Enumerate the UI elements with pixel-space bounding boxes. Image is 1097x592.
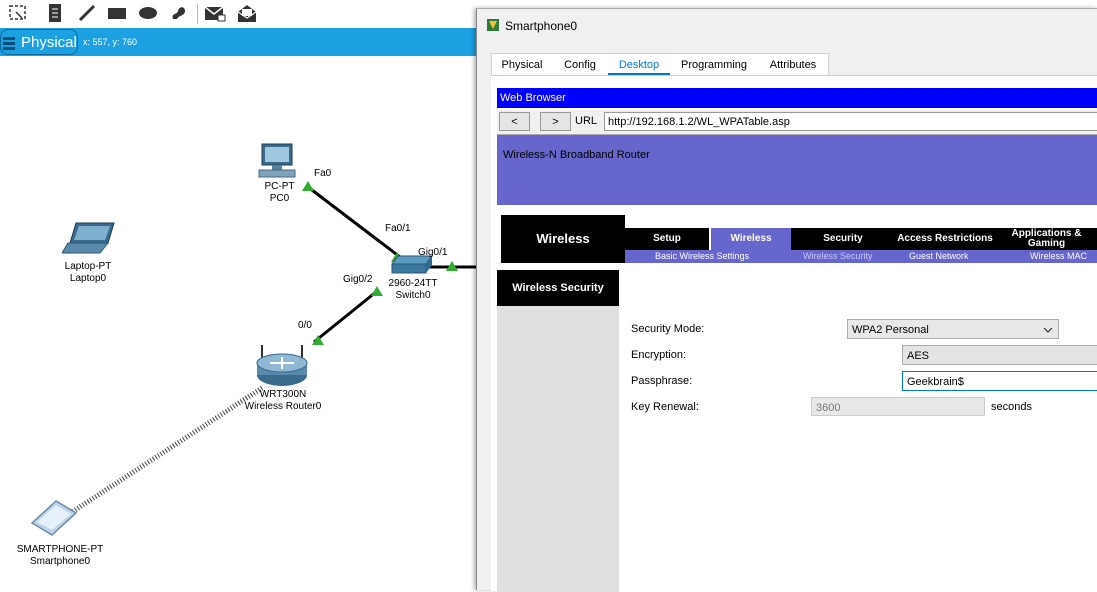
link-light-sw-gig02 xyxy=(371,286,383,296)
pc-label: PC-PT PC0 xyxy=(264,181,295,204)
port-label-sw-gig02: Gig0/2 xyxy=(343,274,373,285)
tab-programming[interactable]: Programming xyxy=(670,54,758,76)
device-dialog: Smartphone0 Physical Config Desktop Prog… xyxy=(476,8,1097,592)
security-mode-select[interactable]: WPA2 Personal xyxy=(847,319,1059,339)
router-model-name: Wireless-N Broadband Router xyxy=(503,149,650,161)
router-web-page: Wireless-N Broadband Router Wireless Set… xyxy=(497,134,1097,592)
nav-tab-setup[interactable]: Setup xyxy=(625,228,711,250)
key-renewal-label: Key Renewal: xyxy=(631,401,699,413)
chevron-down-icon xyxy=(1043,320,1053,345)
tab-desktop[interactable]: Desktop xyxy=(608,54,670,76)
dialog-tabs: Physical Config Desktop Programming Attr… xyxy=(491,53,829,77)
ellipse-icon[interactable] xyxy=(137,3,159,23)
packet-tracer-icon xyxy=(486,18,500,35)
freeform-icon[interactable] xyxy=(168,3,190,23)
subnav-wireless-security[interactable]: Wireless Security xyxy=(803,250,873,263)
desktop-content: Web Browser < > URL Wireless-N Broadband… xyxy=(491,75,1097,592)
physical-mode-tab[interactable]: Physical xyxy=(0,29,78,55)
toolbar-divider xyxy=(197,4,198,24)
port-label-sw-fa01: Fa0/1 xyxy=(385,223,411,234)
browser-url-bar: < > URL xyxy=(497,110,1097,134)
laptop-label: Laptop-PT Laptop0 xyxy=(64,261,112,284)
url-label: URL xyxy=(575,115,598,127)
smartphone-icon[interactable] xyxy=(30,499,78,540)
seconds-label: seconds xyxy=(991,401,1032,413)
subnav-guest-network[interactable]: Guest Network xyxy=(909,250,969,263)
select-area-icon[interactable] xyxy=(7,3,29,23)
subnav-wireless-mac[interactable]: Wireless MAC xyxy=(1030,250,1087,263)
switch-label: 2960-24TT Switch0 xyxy=(388,278,438,301)
router-banner: Wireless-N Broadband Router xyxy=(497,135,1097,205)
encryption-label: Encryption: xyxy=(631,349,687,361)
router-sub-nav: Basic Wireless Settings Wireless Securit… xyxy=(625,250,1097,263)
back-button[interactable]: < xyxy=(499,112,530,131)
tab-config[interactable]: Config xyxy=(552,54,608,76)
key-renewal-input[interactable]: 3600 xyxy=(811,397,985,416)
physical-bar: Physical x: 557, y: 760 xyxy=(0,28,478,56)
security-mode-label: Security Mode: xyxy=(631,323,705,335)
left-column: Wireless Security xyxy=(497,270,619,592)
wireless-link xyxy=(70,385,264,515)
physical-mode-label: Physical xyxy=(21,34,77,51)
router-nav-area: Wireless Setup Wireless Security Access … xyxy=(497,215,1097,265)
passphrase-label: Passphrase: xyxy=(631,375,693,387)
port-label-sw-gig01: Gig0/1 xyxy=(418,247,448,258)
open-envelope-icon[interactable] xyxy=(236,3,258,23)
router-nav-tabs: Setup Wireless Security Access Restricti… xyxy=(625,228,1097,250)
tab-physical[interactable]: Physical xyxy=(492,54,552,76)
link-pc-switch xyxy=(307,185,401,259)
url-input[interactable] xyxy=(604,112,1097,131)
mail-icon[interactable] xyxy=(204,3,226,23)
pc-icon[interactable] xyxy=(257,142,297,183)
security-mode-value: WPA2 Personal xyxy=(852,324,929,336)
router-icon[interactable] xyxy=(254,343,310,392)
subnav-basic-wireless[interactable]: Basic Wireless Settings xyxy=(655,250,749,263)
link-switch-router xyxy=(313,290,377,344)
cursor-coordinates: x: 557, y: 760 xyxy=(83,37,138,47)
tab-attributes[interactable]: Attributes xyxy=(758,54,828,76)
nav-tab-wireless[interactable]: Wireless xyxy=(711,228,791,250)
web-browser-title: Web Browser xyxy=(497,88,1097,108)
nav-tab-security[interactable]: Security xyxy=(791,228,895,250)
rectangle-icon[interactable] xyxy=(106,3,128,23)
top-toolbar xyxy=(0,0,478,28)
topology-workspace[interactable]: PC-PT PC0 Laptop-PT Laptop0 2960-24TT Switc… xyxy=(0,56,476,589)
laptop-icon[interactable] xyxy=(61,221,116,260)
wireless-security-heading: Wireless Security xyxy=(497,270,619,306)
port-label-router-00: 0/0 xyxy=(298,320,312,331)
nav-tab-access-restrictions[interactable]: Access Restrictions xyxy=(895,228,995,250)
section-title: Wireless xyxy=(501,215,625,263)
dialog-title: Smartphone0 xyxy=(505,19,578,33)
nav-tab-applications-gaming[interactable]: Applications & Gaming xyxy=(995,228,1097,250)
pencil-icon[interactable] xyxy=(76,3,98,23)
note-icon[interactable] xyxy=(44,3,66,23)
port-label-pc-fa0: Fa0 xyxy=(314,168,332,179)
encryption-select[interactable]: AES xyxy=(902,345,1097,365)
router-label: WRT300N Wireless Router0 xyxy=(244,389,322,412)
passphrase-input[interactable]: Geekbrain$ xyxy=(902,371,1097,391)
smartphone-label: SMARTPHONE-PT Smartphone0 xyxy=(16,544,104,567)
forward-button[interactable]: > xyxy=(540,112,571,131)
